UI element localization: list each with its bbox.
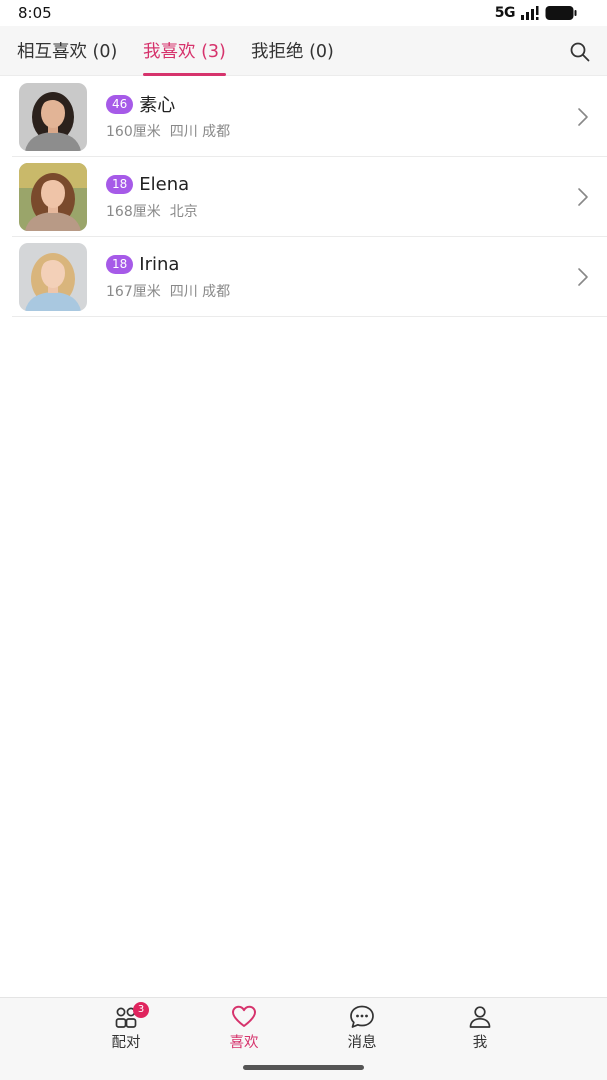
age-badge: 18 [106, 174, 134, 194]
tab-label: 我拒绝 (0) [251, 42, 334, 62]
profile-height: 168厘米 [106, 204, 161, 220]
avatar-image [19, 83, 87, 151]
nav-label: 喜欢 [229, 1035, 259, 1051]
active-tab-indicator [143, 73, 226, 76]
avatar[interactable] [19, 163, 87, 231]
status-time: 8:05 [18, 4, 52, 22]
chat-bubble-icon [350, 1005, 374, 1028]
nav-label: 配对 [111, 1035, 141, 1051]
profile-location: 四川 成都 [169, 124, 231, 140]
tab-i-rejected[interactable]: 我拒绝 (0) [251, 26, 334, 76]
name-line: 18 Elena [106, 173, 189, 195]
age-badge: 46 [106, 94, 134, 114]
nav-label: 消息 [347, 1035, 377, 1051]
status-indicators: 5G [495, 4, 577, 22]
nav-label: 我 [472, 1035, 488, 1051]
battery-icon [545, 6, 577, 20]
profile-height: 160厘米 [106, 124, 161, 140]
home-indicator[interactable] [243, 1065, 364, 1070]
chevron-right-icon[interactable] [577, 187, 589, 207]
tab-mutual-likes[interactable]: 相互喜欢 (0) [17, 26, 117, 76]
list-item[interactable]: 18 Elena 168厘米 北京 [0, 157, 607, 237]
list-item[interactable]: 46 素心 160厘米 四川 成都 [0, 77, 607, 157]
name-line: 46 素心 [106, 93, 176, 116]
search-icon[interactable] [569, 41, 591, 63]
heart-icon [232, 1005, 256, 1027]
person-icon [469, 1006, 491, 1028]
chevron-right-icon[interactable] [577, 267, 589, 287]
tabs-bar: 相互喜欢 (0) 我喜欢 (3) 我拒绝 (0) [0, 26, 607, 76]
profile-name: 素心 [139, 95, 176, 116]
avatar[interactable] [19, 243, 87, 311]
profile-info: 167厘米 四川 成都 [106, 281, 230, 301]
network-type: 5G [494, 5, 516, 21]
tab-label: 我喜欢 (3) [143, 42, 226, 62]
notification-badge: 3 [133, 1002, 149, 1018]
tab-i-liked[interactable]: 我喜欢 (3) [143, 26, 226, 76]
profile-height: 167厘米 [106, 284, 161, 300]
avatar[interactable] [19, 83, 87, 151]
signal-icon [521, 6, 539, 20]
nav-messages[interactable]: 消息 [322, 1004, 402, 1054]
status-bar: 8:05 5G [0, 0, 607, 26]
nav-match[interactable]: 3 配对 [86, 1002, 166, 1054]
profile-info: 168厘米 北京 [106, 201, 198, 221]
divider [12, 316, 607, 317]
avatar-image [19, 163, 87, 231]
nav-me[interactable]: 我 [440, 1004, 520, 1054]
nav-likes[interactable]: 喜欢 [204, 1004, 284, 1054]
age-badge: 18 [106, 254, 134, 274]
profile-location: 北京 [169, 204, 198, 220]
profile-name: Elena [139, 173, 190, 195]
chevron-right-icon[interactable] [577, 107, 589, 127]
avatar-image [19, 243, 87, 311]
profile-info: 160厘米 四川 成都 [106, 121, 230, 141]
profile-name: Irina [139, 253, 180, 275]
profile-location: 四川 成都 [169, 284, 231, 300]
list-item[interactable]: 18 Irina 167厘米 四川 成都 [0, 237, 607, 317]
name-line: 18 Irina [106, 253, 179, 275]
tab-label: 相互喜欢 (0) [17, 42, 118, 62]
